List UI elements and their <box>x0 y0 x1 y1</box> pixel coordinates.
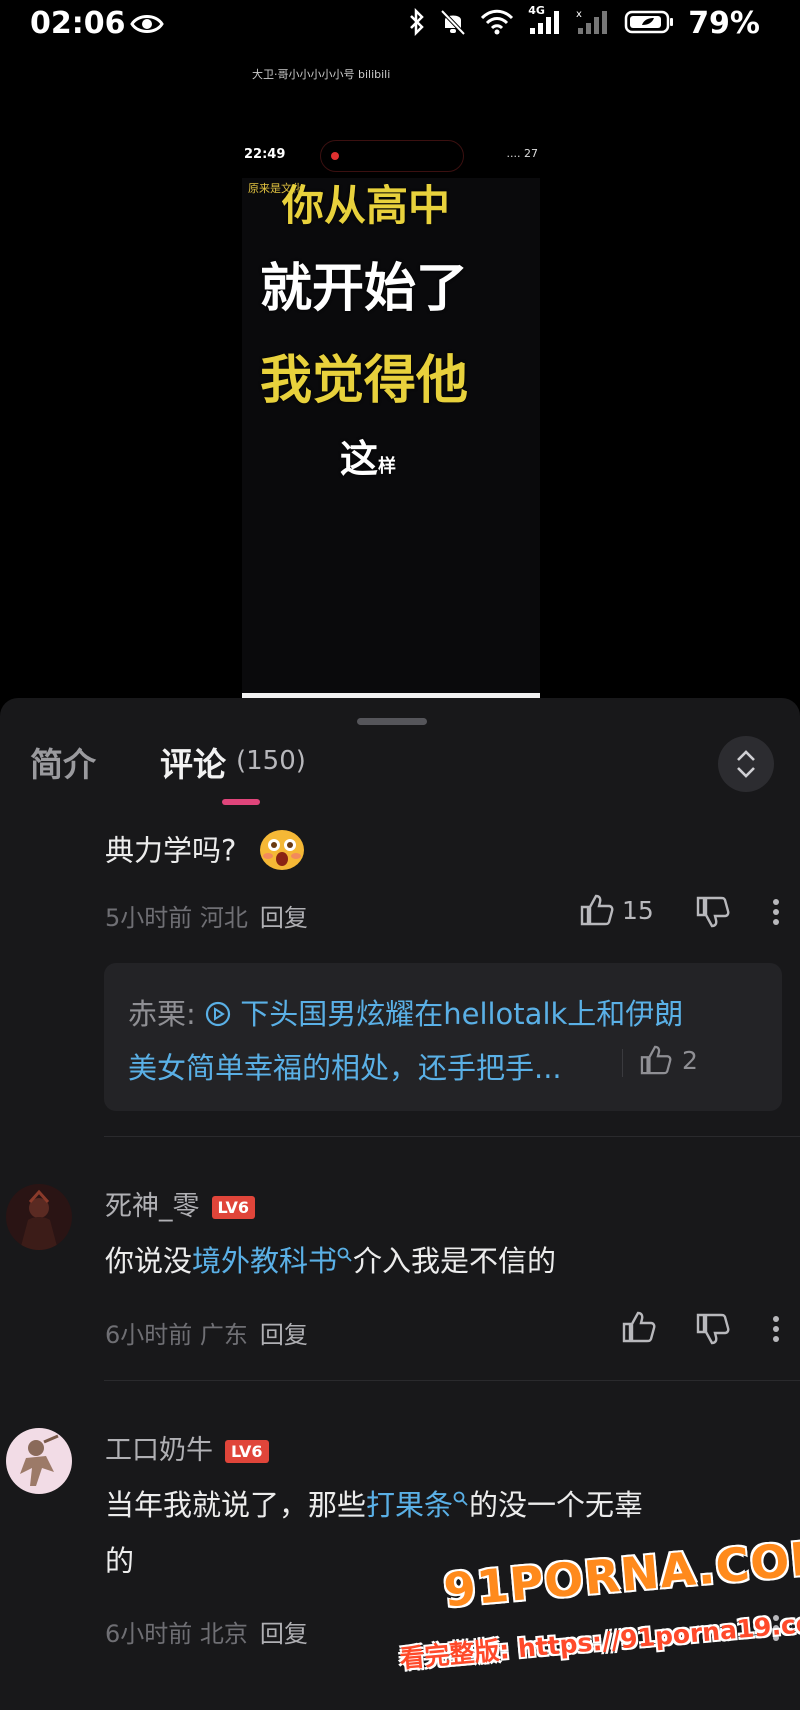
reply-like-count: 2 <box>682 1045 698 1075</box>
comment-divider <box>104 1136 800 1137</box>
search-link[interactable]: 境外教科书 <box>192 1244 353 1278</box>
video-watermark: 大卫·哥小小小小小号 bilibili <box>252 68 391 81</box>
svg-text:x: x <box>576 9 582 20</box>
shocked-face-emoji-icon <box>258 826 306 879</box>
username[interactable]: 死神_零 LV6 <box>105 1184 256 1223</box>
play-circle-icon <box>205 1001 231 1027</box>
drag-handle[interactable] <box>357 718 427 725</box>
thumbs-down-icon <box>696 896 730 928</box>
like-button[interactable]: 15 <box>580 894 654 926</box>
tab-active-indicator <box>222 799 260 805</box>
more-icon[interactable] <box>772 898 780 930</box>
status-bar: 02:06 4G x 79% <box>0 0 800 50</box>
comment-text: 你说没境外教科书 介入我是不信的 <box>105 1244 557 1278</box>
eye-icon <box>130 12 164 40</box>
caption-line-4: 这样 <box>340 437 397 481</box>
reply-preview[interactable]: 赤栗: 下头国男炫耀在hellotalk上和伊朗 美女简单幸福的相处，还手把手.… <box>104 963 782 1111</box>
reply-preview-line-1: 赤栗: 下头国男炫耀在hellotalk上和伊朗 <box>128 991 683 1033</box>
phone-time: 22:49 <box>244 147 286 162</box>
level-badge: LV6 <box>225 1440 269 1463</box>
video-frame: 22:49 .... 27 原来是文化 你从高中 就开始了 我觉得他 这样 <box>242 138 540 698</box>
level-badge: LV6 <box>211 1196 256 1219</box>
thumbs-up-icon <box>580 894 614 926</box>
like-button[interactable] <box>622 1311 656 1343</box>
avatar[interactable] <box>6 1428 72 1494</box>
reply-button[interactable]: 回复 <box>260 1620 308 1648</box>
thumbs-up-icon <box>640 1045 672 1075</box>
more-icon[interactable] <box>772 1315 780 1347</box>
comment-meta: 5小时前 河北 回复 <box>105 904 308 932</box>
search-icon <box>337 1247 352 1262</box>
reply-preview-line-2[interactable]: 美女简单幸福的相处，还手把手... <box>128 1045 562 1087</box>
reply-button[interactable]: 回复 <box>260 904 308 932</box>
record-dot-icon <box>331 152 339 160</box>
watermark-brand: 91PORNA.COM <box>441 1529 800 1618</box>
bluetooth-icon <box>408 7 426 40</box>
reply-like-button[interactable]: 2 <box>640 1045 698 1075</box>
dislike-button[interactable] <box>696 896 730 928</box>
tab-intro[interactable]: 简介 <box>30 738 96 786</box>
phone-status-right: .... 27 <box>506 147 538 160</box>
search-link[interactable]: 打果条 <box>366 1488 469 1522</box>
username[interactable]: 工口奶牛 LV6 <box>105 1428 269 1467</box>
comment-meta: 6小时前 广东 回复 <box>105 1321 308 1349</box>
comment-text: 典力学吗? <box>105 826 306 879</box>
search-icon <box>453 1491 468 1506</box>
status-time: 02:06 <box>30 6 126 41</box>
caption-line-3: 我觉得他 <box>260 351 469 411</box>
avatar[interactable] <box>6 1184 72 1250</box>
caption-line-1: 你从高中 <box>282 181 451 230</box>
reply-username: 赤栗: <box>128 997 196 1031</box>
signal-4g-icon: 4G <box>528 4 562 40</box>
comment-divider <box>104 1380 800 1381</box>
phone-status-bar: 22:49 .... 27 <box>242 138 540 178</box>
reply-button[interactable]: 回复 <box>260 1321 308 1349</box>
battery-icon <box>624 9 674 39</box>
like-count: 15 <box>622 895 654 925</box>
reply-video-link[interactable]: 下头国男炫耀在hellotalk上和伊朗 <box>240 997 683 1031</box>
wifi-icon <box>480 9 514 39</box>
caption-line-2: 就开始了 <box>260 259 469 319</box>
comment-meta: 6小时前 北京 回复 <box>105 1620 308 1648</box>
bell-muted-icon <box>440 8 466 40</box>
sort-button[interactable] <box>718 736 774 792</box>
comment-text: 当年我就说了，那些打果条 的没一个无辜 <box>105 1488 644 1522</box>
chevron-updown-icon <box>737 750 755 778</box>
comment-count: (150) <box>236 746 306 776</box>
thumbs-up-icon <box>622 1311 656 1343</box>
battery-percent: 79% <box>688 6 760 41</box>
comment-text-line-2: 的 <box>105 1544 135 1578</box>
recording-pill <box>320 140 464 172</box>
dislike-button[interactable] <box>696 1313 730 1345</box>
tab-comments[interactable]: 评论 <box>160 738 226 786</box>
site-watermark: 91PORNA.COM 看完整版: https://91porna19.com <box>390 1512 800 1709</box>
reply-separator <box>622 1049 623 1077</box>
thumbs-down-icon <box>696 1313 730 1345</box>
signal-empty-icon: x <box>576 8 610 40</box>
